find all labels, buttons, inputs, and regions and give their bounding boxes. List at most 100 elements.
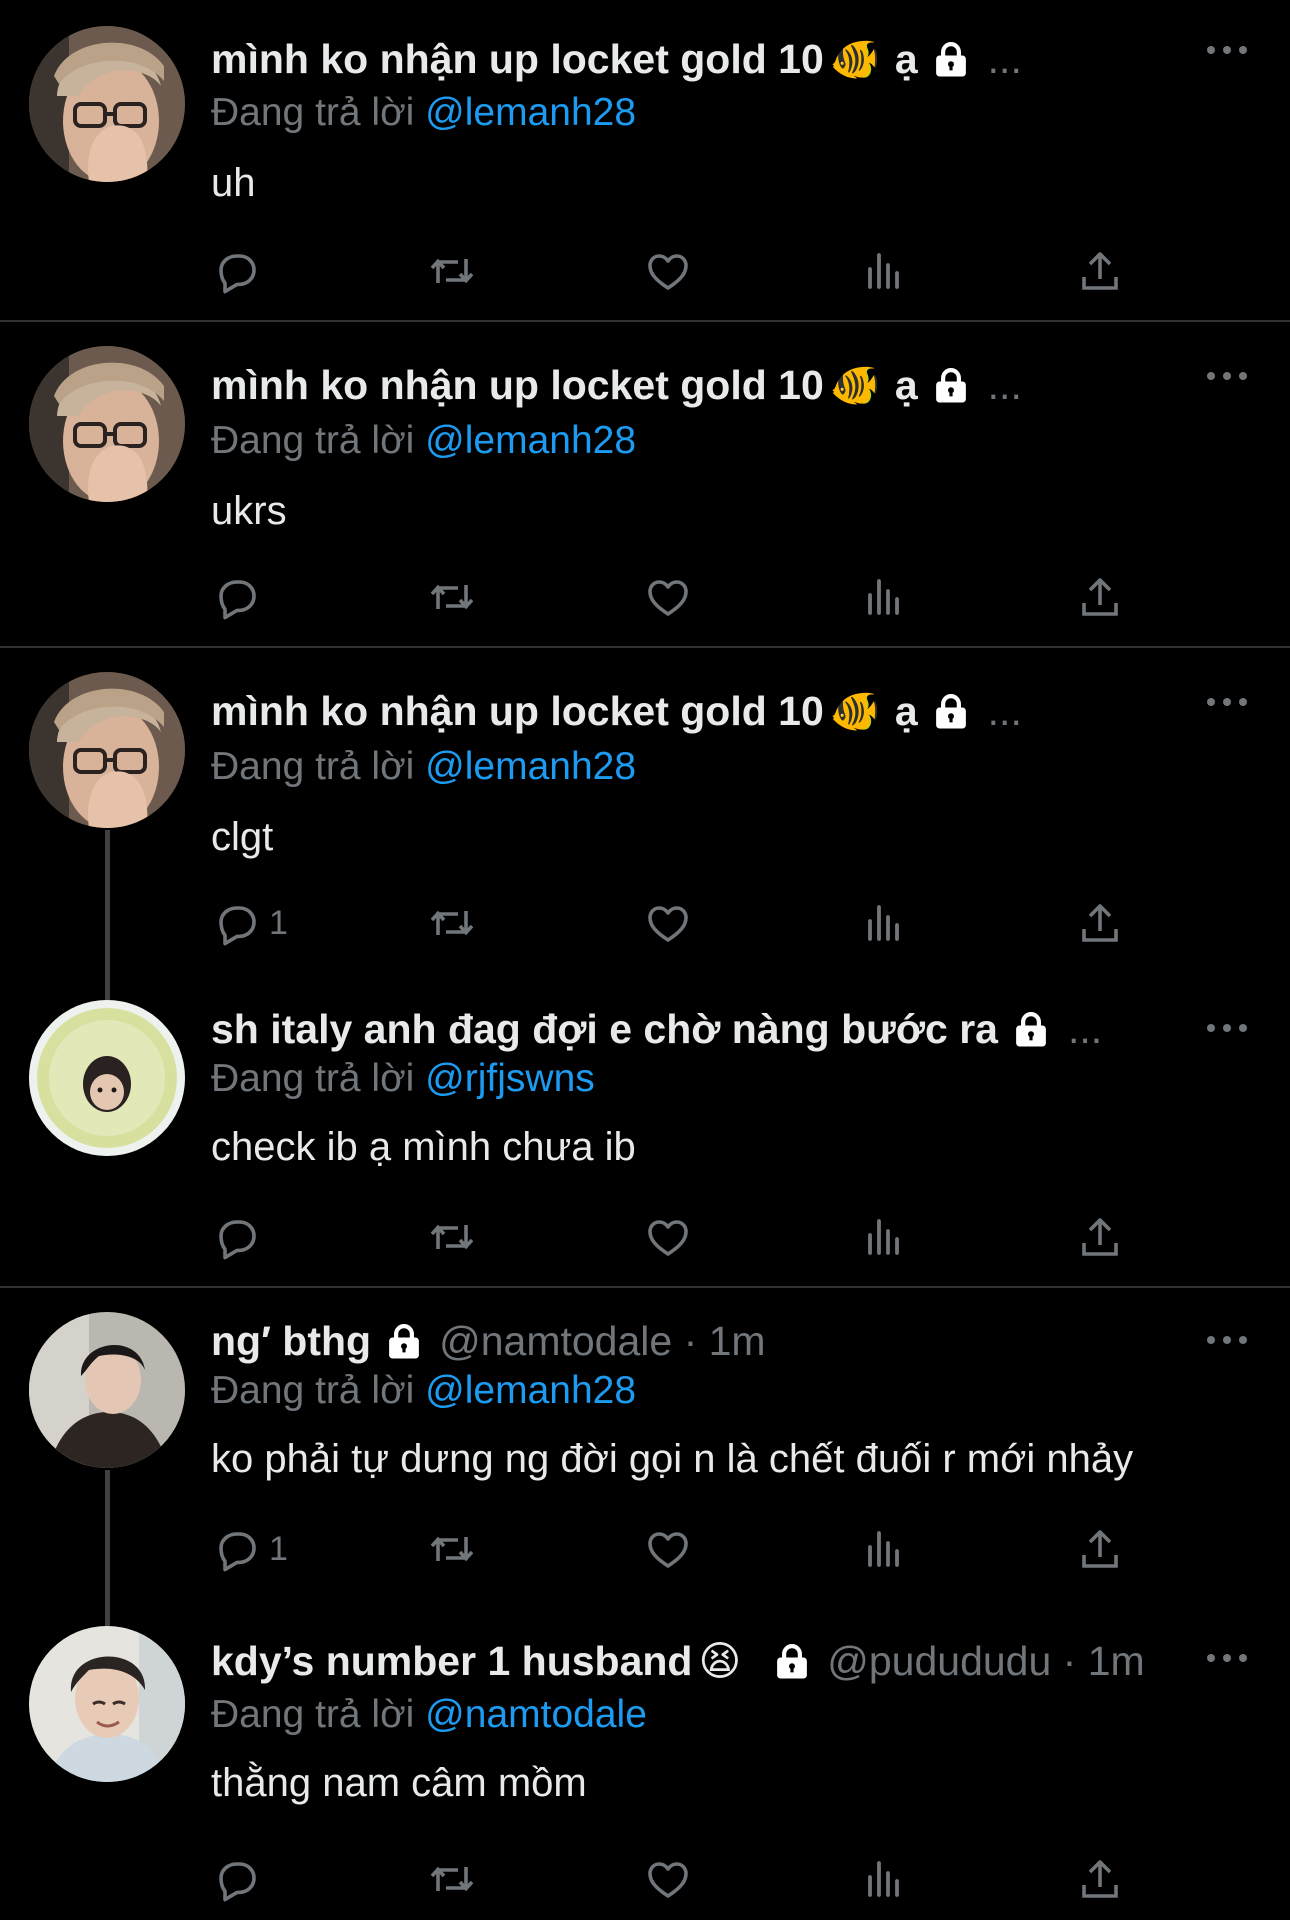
share-button[interactable]	[1076, 1522, 1124, 1576]
avatar[interactable]	[29, 1000, 185, 1156]
like-icon	[644, 247, 692, 295]
views-button[interactable]	[860, 1852, 908, 1906]
reply-mention[interactable]: @rjfjswns	[425, 1057, 595, 1100]
views-button[interactable]	[860, 1210, 908, 1264]
lock-icon	[930, 38, 972, 80]
lock-icon	[930, 690, 972, 732]
share-icon	[1076, 573, 1124, 621]
retweet-icon	[428, 1855, 476, 1903]
retweet-button[interactable]	[428, 896, 476, 950]
views-button[interactable]	[860, 896, 908, 950]
lock-icon	[1010, 1008, 1052, 1050]
share-button[interactable]	[1076, 1852, 1124, 1906]
more-icon[interactable]	[1207, 692, 1247, 712]
more-icon[interactable]	[1207, 1648, 1247, 1668]
reply-icon	[213, 573, 261, 621]
retweet-button[interactable]	[428, 570, 476, 624]
views-button[interactable]	[860, 1522, 908, 1576]
lock-icon	[383, 1320, 425, 1362]
avatar[interactable]	[29, 346, 185, 502]
display-name[interactable]: kdy’s number 1 husband	[211, 1634, 692, 1688]
reply-mention[interactable]: @lemanh28	[425, 745, 636, 788]
retweet-button[interactable]	[428, 1852, 476, 1906]
views-icon	[860, 899, 908, 947]
more-icon[interactable]	[1207, 366, 1247, 386]
tweet-text: uh	[211, 161, 256, 205]
retweet-icon	[428, 899, 476, 947]
like-button[interactable]	[644, 570, 692, 624]
reply-mention[interactable]: @lemanh28	[425, 1369, 636, 1412]
views-button[interactable]	[860, 570, 908, 624]
fish-emoji: 🐠	[829, 362, 881, 408]
share-button[interactable]	[1076, 896, 1124, 950]
retweet-button[interactable]	[428, 1522, 476, 1576]
views-icon	[860, 573, 908, 621]
reply-button[interactable]: 1	[213, 1522, 288, 1576]
reply-button[interactable]	[213, 570, 269, 624]
reply-icon	[213, 1855, 261, 1903]
tweet-text: ko phải tự dưng ng đời gọi n là chết đuố…	[211, 1437, 1134, 1481]
avatar[interactable]	[29, 672, 185, 828]
handle-time[interactable]: @namtodale · 1m	[439, 1314, 765, 1368]
retweet-icon	[428, 1213, 476, 1261]
avatar[interactable]	[29, 1626, 185, 1782]
share-icon	[1076, 1855, 1124, 1903]
display-name[interactable]: sh italy anh đag đợi e chờ nàng bước ra	[211, 1002, 998, 1056]
views-icon	[860, 1525, 908, 1573]
divider	[0, 320, 1290, 322]
reply-mention[interactable]: @lemanh28	[425, 419, 636, 462]
like-icon	[644, 1213, 692, 1261]
tweet-text: ukrs	[211, 489, 287, 533]
more-icon[interactable]	[1207, 1330, 1247, 1350]
share-button[interactable]	[1076, 1210, 1124, 1264]
display-name[interactable]: ng′ bthg	[211, 1314, 371, 1368]
tweet-text: clgt	[211, 815, 274, 859]
more-icon[interactable]	[1207, 40, 1247, 60]
retweet-icon	[428, 573, 476, 621]
reply-mention[interactable]: @namtodale	[425, 1693, 647, 1736]
fish-emoji: 🐠	[829, 688, 881, 734]
display-name[interactable]: mình ko nhận up locket gold 10	[211, 32, 824, 86]
display-name[interactable]: mình ko nhận up locket gold 10	[211, 358, 824, 412]
display-name-suffix: ạ	[894, 36, 918, 82]
name-ellipsis: ...	[1067, 1006, 1103, 1052]
handle-time[interactable]: @pudududu · 1m	[827, 1634, 1144, 1688]
name-ellipsis: ...	[987, 688, 1022, 734]
reply-button[interactable]	[213, 244, 269, 298]
views-icon	[860, 1855, 908, 1903]
display-name-suffix: ạ	[894, 688, 918, 734]
lock-icon	[930, 364, 972, 406]
tweet-text: thằng nam câm mồm	[211, 1761, 587, 1805]
reply-prefix: Đang trả lời	[211, 1057, 415, 1100]
views-button[interactable]	[860, 244, 908, 298]
reply-icon	[213, 1213, 261, 1261]
like-icon	[644, 1855, 692, 1903]
display-name[interactable]: mình ko nhận up locket gold 10	[211, 684, 824, 738]
share-button[interactable]	[1076, 570, 1124, 624]
reply-count: 1	[269, 903, 288, 942]
retweet-button[interactable]	[428, 244, 476, 298]
avatar[interactable]	[29, 1312, 185, 1468]
display-name-suffix: ạ	[894, 362, 918, 408]
like-icon	[644, 899, 692, 947]
share-button[interactable]	[1076, 244, 1124, 298]
like-button[interactable]	[644, 896, 692, 950]
divider	[0, 646, 1290, 648]
like-button[interactable]	[644, 244, 692, 298]
reply-button[interactable]	[213, 1852, 269, 1906]
more-icon[interactable]	[1207, 1018, 1247, 1038]
reply-prefix: Đang trả lời	[211, 1369, 415, 1412]
reply-button[interactable]	[213, 1210, 269, 1264]
reply-icon	[213, 899, 261, 947]
name-ellipsis: ...	[987, 362, 1022, 408]
reply-mention[interactable]: @lemanh28	[425, 91, 636, 134]
reply-button[interactable]: 1	[213, 896, 288, 950]
like-button[interactable]	[644, 1522, 692, 1576]
like-button[interactable]	[644, 1852, 692, 1906]
like-button[interactable]	[644, 1210, 692, 1264]
reply-icon	[213, 247, 261, 295]
avatar[interactable]	[29, 26, 185, 182]
share-icon	[1076, 1525, 1124, 1573]
views-icon	[860, 1213, 908, 1261]
retweet-button[interactable]	[428, 1210, 476, 1264]
